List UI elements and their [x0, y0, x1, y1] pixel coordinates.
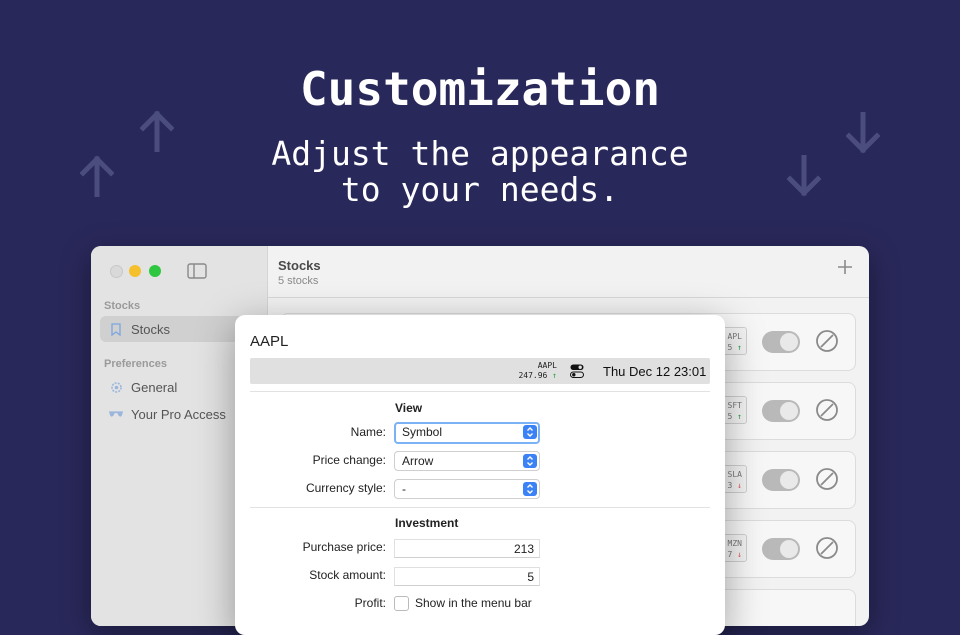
sidebar-item-pro-label: Your Pro Access: [131, 406, 226, 422]
arrow-down-icon: [787, 155, 821, 197]
price-change-select[interactable]: Arrow: [394, 451, 540, 471]
stock-amount-label: Stock amount:: [309, 568, 386, 582]
menubar-ticker: AAPL 247.96 ↑: [495, 361, 557, 381]
remove-icon[interactable]: [815, 536, 839, 560]
minimize-window-button[interactable]: [129, 265, 141, 277]
sidebar-section-stocks: Stocks: [104, 300, 141, 312]
dialog-title: AAPL: [250, 333, 289, 350]
hero-title: Customization: [299, 62, 661, 116]
chevron-updown-icon: [523, 454, 537, 468]
chevron-updown-icon: [523, 482, 537, 496]
price-change-label: Price change:: [312, 453, 386, 467]
remove-icon[interactable]: [815, 467, 839, 491]
sidebar-toggle-icon[interactable]: [187, 263, 207, 279]
remove-icon[interactable]: [815, 398, 839, 422]
trend-up-icon: ↑: [552, 371, 557, 380]
divider: [250, 391, 710, 392]
glasses-icon: [108, 409, 124, 419]
arrow-up-icon: [80, 155, 114, 197]
menubar-ticker-symbol: AAPL: [537, 361, 557, 370]
chevron-updown-icon: [523, 425, 537, 439]
divider: [250, 507, 710, 508]
purchase-price-label: Purchase price:: [302, 540, 386, 554]
arrow-down-icon: [846, 112, 880, 154]
investment-section-title: Investment: [395, 516, 459, 530]
visibility-toggle[interactable]: [762, 538, 800, 560]
stock-amount-input[interactable]: 5: [394, 567, 540, 586]
close-window-button[interactable]: [110, 265, 123, 278]
zoom-window-button[interactable]: [149, 265, 161, 277]
page-title: Stocks: [278, 258, 321, 273]
currency-style-select-value: -: [402, 482, 406, 496]
gear-icon: [108, 381, 124, 394]
page-subtitle: 5 stocks: [278, 275, 319, 287]
visibility-toggle[interactable]: [762, 331, 800, 353]
add-stock-button[interactable]: [837, 257, 853, 279]
profit-menubar-checkbox-label: Show in the menu bar: [415, 596, 532, 610]
name-select-value: Symbol: [402, 425, 443, 439]
menubar-preview: AAPL 247.96 ↑ Thu Dec 12 23:01: [250, 358, 710, 384]
remove-icon[interactable]: [815, 329, 839, 353]
currency-style-label: Currency style:: [305, 481, 386, 495]
profit-label: Profit:: [354, 596, 386, 610]
sidebar-section-preferences: Preferences: [104, 358, 167, 370]
menubar-datetime: Thu Dec 12 23:01: [603, 364, 707, 379]
main-header: Stocks 5 stocks: [278, 258, 321, 287]
arrow-up-icon: [140, 110, 174, 152]
menubar-ticker-price: 247.96: [518, 371, 548, 380]
view-section-title: View: [395, 401, 423, 415]
purchase-price-input[interactable]: 213: [394, 539, 540, 558]
name-select[interactable]: Symbol: [394, 422, 540, 444]
visibility-toggle[interactable]: [762, 469, 800, 491]
name-label: Name:: [350, 425, 386, 439]
bookmark-icon: [108, 322, 124, 336]
control-switches-icon: [570, 364, 584, 378]
profit-menubar-checkbox[interactable]: [394, 596, 409, 611]
visibility-toggle[interactable]: [762, 400, 800, 422]
stock-settings-dialog: AAPL AAPL 247.96 ↑ Thu Dec 12 23:01 View…: [235, 315, 725, 635]
sidebar-item-general-label: General: [131, 379, 178, 395]
price-change-select-value: Arrow: [402, 454, 434, 468]
plus-icon: [838, 260, 852, 274]
currency-style-select[interactable]: -: [394, 479, 540, 499]
header-divider: [267, 297, 869, 298]
sidebar-item-stocks-label: Stocks: [131, 321, 171, 337]
